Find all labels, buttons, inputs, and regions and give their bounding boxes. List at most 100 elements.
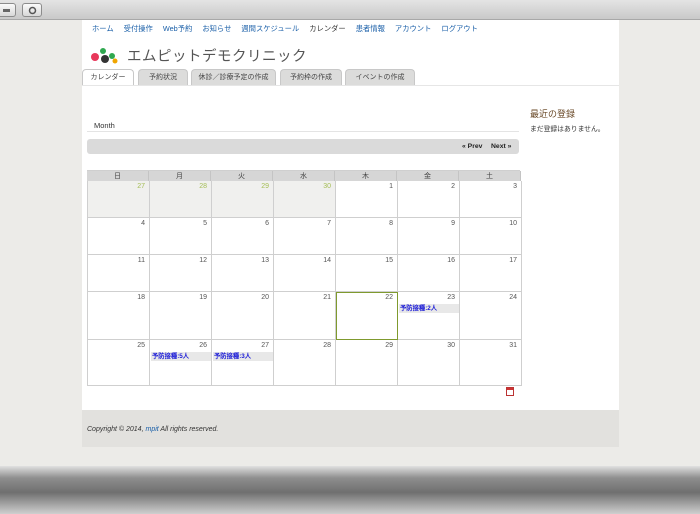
day-cell[interactable]: 29 — [336, 340, 398, 386]
tab-bar: カレンダー 予約状況 休診／診療予定の作成 予約枠の作成 イベントの作成 — [82, 69, 619, 86]
day-number: 16 — [447, 257, 455, 264]
recent-entries-empty: まだ登録はありません。 — [530, 126, 605, 133]
day-number: 7 — [327, 220, 331, 227]
prev-month-link[interactable]: « Prev — [462, 139, 482, 154]
day-number: 29 — [385, 342, 393, 349]
day-number: 30 — [447, 342, 455, 349]
day-cell[interactable]: 20 — [212, 292, 274, 340]
day-cell[interactable]: 25 — [88, 340, 150, 386]
divider — [87, 131, 519, 132]
day-number: 19 — [199, 294, 207, 301]
day-cell[interactable]: 18 — [88, 292, 150, 340]
day-cell[interactable]: 30 — [398, 340, 460, 386]
day-cell[interactable]: 10 — [460, 218, 522, 255]
day-cell[interactable]: 13 — [212, 255, 274, 292]
nav-link[interactable]: ログアウト — [441, 24, 477, 33]
day-number: 10 — [509, 220, 517, 227]
day-number: 27 — [261, 342, 269, 349]
day-cell[interactable]: 3 — [460, 181, 522, 218]
day-cell[interactable]: 8 — [336, 218, 398, 255]
window-control-icon — [28, 6, 37, 15]
window-button-2[interactable] — [22, 3, 42, 17]
day-cell[interactable]: 29 — [212, 181, 274, 218]
day-number: 3 — [513, 183, 517, 190]
day-cell[interactable]: 21 — [274, 292, 336, 340]
nav-link[interactable]: 患者情報 — [356, 24, 385, 33]
ical-export-icon[interactable] — [506, 387, 514, 396]
day-cell[interactable]: 11 — [88, 255, 150, 292]
day-cell[interactable]: 26 予防接種:5人 — [150, 340, 212, 386]
day-cell[interactable]: 24 — [460, 292, 522, 340]
day-number: 22 — [385, 294, 393, 301]
weekday-header: 日月火水木金土 — [87, 170, 521, 182]
day-cell[interactable]: 28 — [274, 340, 336, 386]
day-cell[interactable]: 17 — [460, 255, 522, 292]
day-cell[interactable]: 7 — [274, 218, 336, 255]
page: ホーム 受付操作 Web予約 お知らせ 週間スケジュール カレンダー 患者情報 アカウント ログ… — [82, 20, 619, 447]
rights-label: All rights reserved. — [160, 426, 219, 433]
day-number: 31 — [509, 342, 517, 349]
day-number: 28 — [199, 183, 207, 190]
day-cell[interactable]: 27 予防接種:3人 — [212, 340, 274, 386]
day-number: 29 — [261, 183, 269, 190]
day-number: 30 — [323, 183, 331, 190]
copyright-text: Copyright © 2014, mpit All rights reserv… — [87, 426, 218, 433]
tab[interactable]: 休診／診療予定の作成 — [191, 69, 276, 85]
week-row: 4 5 6 7 8 9 10 — [87, 218, 522, 255]
calendar-event[interactable]: 予防接種:2人 — [399, 304, 459, 313]
day-number: 12 — [199, 257, 207, 264]
day-cell[interactable]: 9 — [398, 218, 460, 255]
window-shadow — [0, 466, 700, 514]
day-cell[interactable]: 5 — [150, 218, 212, 255]
day-cell[interactable]: 1 — [336, 181, 398, 218]
day-cell[interactable]: 15 — [336, 255, 398, 292]
day-cell[interactable]: 4 — [88, 218, 150, 255]
day-cell[interactable]: 2 — [398, 181, 460, 218]
day-number: 11 — [137, 257, 145, 264]
day-number: 28 — [323, 342, 331, 349]
day-cell[interactable]: 14 — [274, 255, 336, 292]
clinic-logo-icon — [91, 48, 118, 64]
view-label: Month — [94, 121, 115, 130]
nav-link[interactable]: アカウント — [395, 24, 431, 33]
top-nav: ホーム 受付操作 Web予約 お知らせ 週間スケジュール カレンダー 患者情報 アカウント ログ… — [82, 20, 619, 38]
day-number: 6 — [265, 220, 269, 227]
nav-link[interactable]: ホーム — [92, 24, 114, 33]
day-number: 8 — [389, 220, 393, 227]
day-number: 17 — [509, 257, 517, 264]
tab[interactable]: 予約枠の作成 — [280, 69, 342, 85]
day-cell[interactable]: 6 — [212, 218, 274, 255]
next-month-link[interactable]: Next » — [491, 139, 511, 154]
day-cell[interactable]: 31 — [460, 340, 522, 386]
day-cell[interactable]: 12 — [150, 255, 212, 292]
day-cell[interactable]: 30 — [274, 181, 336, 218]
nav-link[interactable]: 受付操作 — [124, 24, 153, 33]
day-number: 25 — [137, 342, 145, 349]
day-cell[interactable]: 16 — [398, 255, 460, 292]
footer: Copyright © 2014, mpit All rights reserv… — [82, 410, 619, 447]
day-number: 4 — [141, 220, 145, 227]
day-cell[interactable]: 19 — [150, 292, 212, 340]
tab[interactable]: カレンダー — [82, 69, 134, 86]
tab[interactable]: 予約状況 — [138, 69, 188, 85]
nav-link[interactable]: カレンダー — [309, 24, 345, 33]
calendar-event[interactable]: 予防接種:5人 — [151, 352, 211, 361]
day-number: 20 — [261, 294, 269, 301]
nav-link[interactable]: Web予約 — [163, 24, 192, 33]
recent-entries-title: 最近の登録 — [530, 109, 576, 119]
day-number: 18 — [137, 294, 145, 301]
day-cell[interactable]: 28 — [150, 181, 212, 218]
copyright-label: Copyright © 2014, — [87, 426, 144, 433]
day-number: 21 — [323, 294, 331, 301]
day-cell[interactable]: 23 予防接種:2人 — [398, 292, 460, 340]
calendar-grid: 日月火水木金土 27 28 29 30 1 2 3 4 5 6 7 8 9 10 11 12 13 14 15 16 17… — [87, 170, 522, 386]
day-cell[interactable]: 22 — [336, 292, 398, 340]
company-link[interactable]: mpit — [145, 426, 158, 433]
day-number: 15 — [385, 257, 393, 264]
nav-link[interactable]: 週間スケジュール — [241, 24, 299, 33]
calendar-event[interactable]: 予防接種:3人 — [213, 352, 273, 361]
day-cell[interactable]: 27 — [88, 181, 150, 218]
window-button[interactable] — [0, 3, 16, 17]
nav-link[interactable]: お知らせ — [202, 24, 231, 33]
tab[interactable]: イベントの作成 — [345, 69, 415, 85]
